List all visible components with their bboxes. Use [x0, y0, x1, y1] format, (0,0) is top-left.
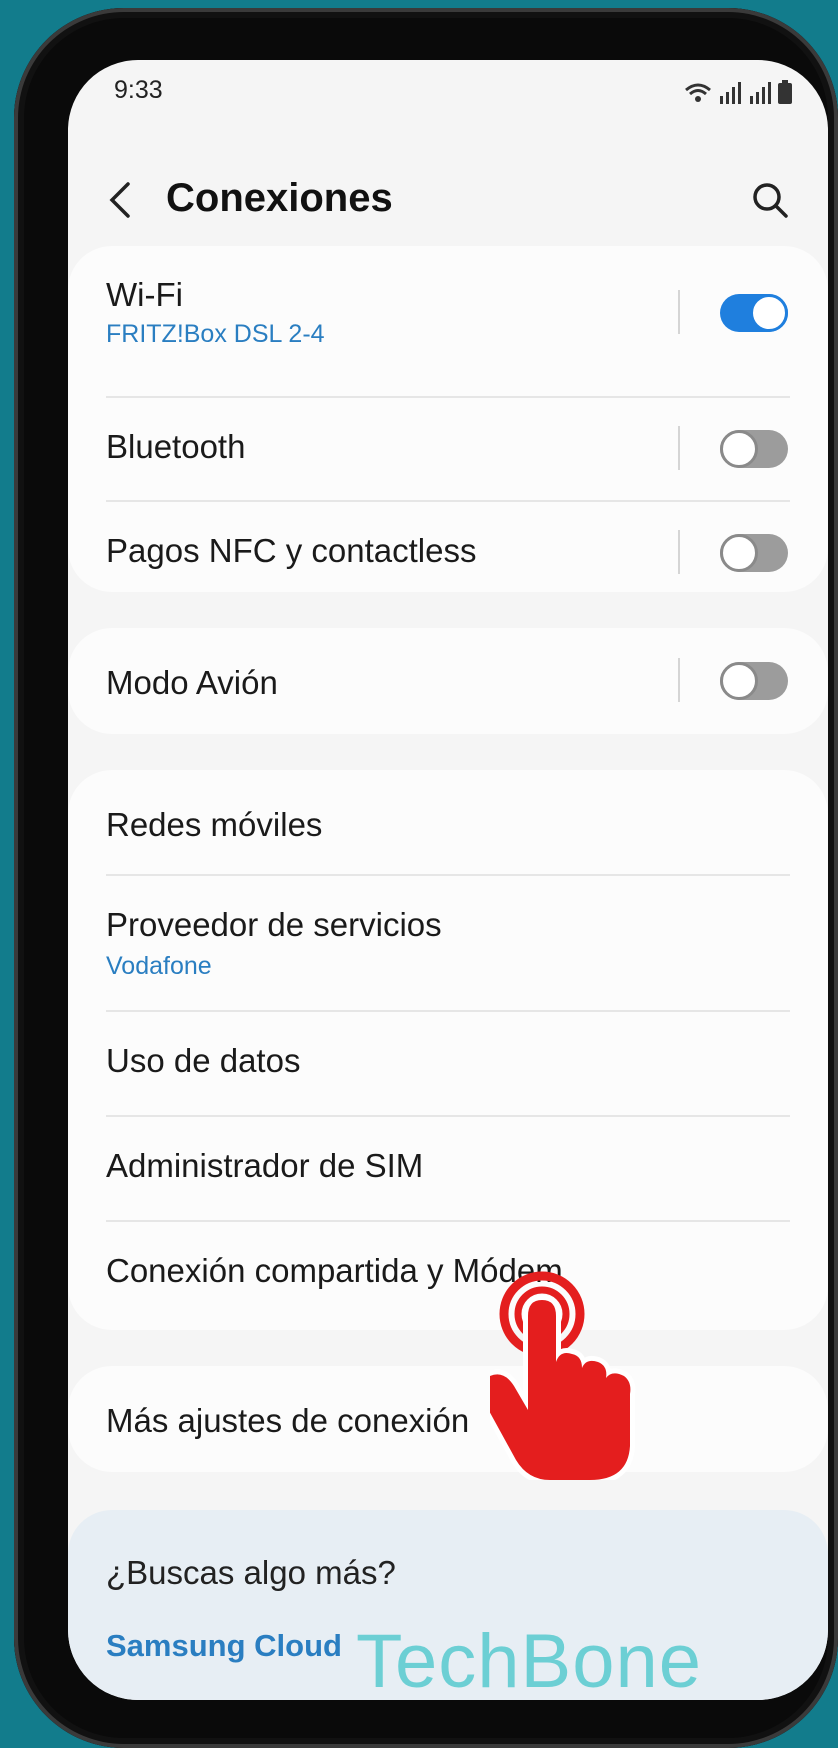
wireless-card: Wi-Fi FRITZ!Box DSL 2-4 Bluetooth Pagos …	[68, 246, 828, 592]
looking-question: ¿Buscas algo más?	[106, 1554, 396, 1591]
samsung-cloud-link[interactable]: Samsung Cloud	[106, 1628, 342, 1664]
wifi-network: FRITZ!Box DSL 2-4	[106, 320, 325, 348]
wifi-label: Wi-Fi	[106, 276, 183, 313]
toggle-knob	[720, 430, 758, 468]
more-settings-card: Más ajustes de conexión	[68, 1366, 828, 1472]
separator	[678, 658, 680, 702]
bluetooth-label: Bluetooth	[106, 428, 246, 465]
sim-manager-row[interactable]: Administrador de SIM	[106, 1117, 790, 1219]
wifi-row[interactable]: Wi-Fi FRITZ!Box DSL 2-4	[106, 276, 790, 376]
back-arrow-icon[interactable]	[106, 180, 136, 220]
separator	[678, 426, 680, 470]
data-usage-label: Uso de datos	[106, 1042, 301, 1079]
tap-hand-icon	[490, 1271, 636, 1480]
provider-row[interactable]: Proveedor de servicios Vodafone	[106, 876, 790, 1010]
toggle-knob	[720, 534, 758, 572]
airplane-card: Modo Avión	[68, 628, 828, 734]
bluetooth-toggle[interactable]	[720, 430, 788, 468]
status-time: 9:33	[114, 76, 163, 104]
nfc-toggle[interactable]	[720, 534, 788, 572]
header: Conexiones	[68, 160, 828, 240]
wifi-status-icon	[685, 83, 711, 102]
screen: 9:33 Conexiones Wi-Fi FRITZ!Box DSL 2-4 …	[68, 60, 828, 1700]
data-usage-row[interactable]: Uso de datos	[106, 1012, 790, 1114]
status-bar: 9:33	[114, 76, 792, 116]
battery-icon	[778, 80, 792, 104]
phone-frame: 9:33 Conexiones Wi-Fi FRITZ!Box DSL 2-4 …	[14, 8, 838, 1748]
separator	[678, 290, 680, 334]
airplane-toggle[interactable]	[720, 662, 788, 700]
airplane-label: Modo Avión	[106, 664, 278, 701]
mobile-networks-label: Redes móviles	[106, 806, 323, 843]
provider-value: Vodafone	[106, 952, 212, 980]
nfc-row[interactable]: Pagos NFC y contactless	[106, 502, 790, 592]
sim-manager-label: Administrador de SIM	[106, 1147, 424, 1184]
watermark: TechBone	[356, 1619, 703, 1704]
more-settings-label: Más ajustes de conexión	[106, 1402, 470, 1439]
toggle-knob	[720, 662, 758, 700]
hotspot-row[interactable]: Conexión compartida y Módem	[106, 1222, 790, 1330]
search-icon[interactable]	[750, 180, 790, 220]
status-icons	[684, 80, 792, 104]
nfc-label: Pagos NFC y contactless	[106, 532, 477, 569]
signal-icon	[720, 82, 741, 104]
wifi-toggle[interactable]	[720, 294, 788, 332]
toggle-knob	[750, 294, 788, 332]
provider-label: Proveedor de servicios	[106, 906, 442, 943]
airplane-row[interactable]: Modo Avión	[106, 628, 790, 734]
bluetooth-row[interactable]: Bluetooth	[106, 398, 790, 498]
mobile-networks-row[interactable]: Redes móviles	[106, 770, 790, 870]
signal-icon-2	[750, 82, 771, 104]
page-title: Conexiones	[166, 176, 393, 220]
more-settings-row[interactable]: Más ajustes de conexión	[106, 1366, 790, 1472]
mobile-card: Redes móviles Proveedor de servicios Vod…	[68, 770, 828, 1330]
separator	[678, 530, 680, 574]
